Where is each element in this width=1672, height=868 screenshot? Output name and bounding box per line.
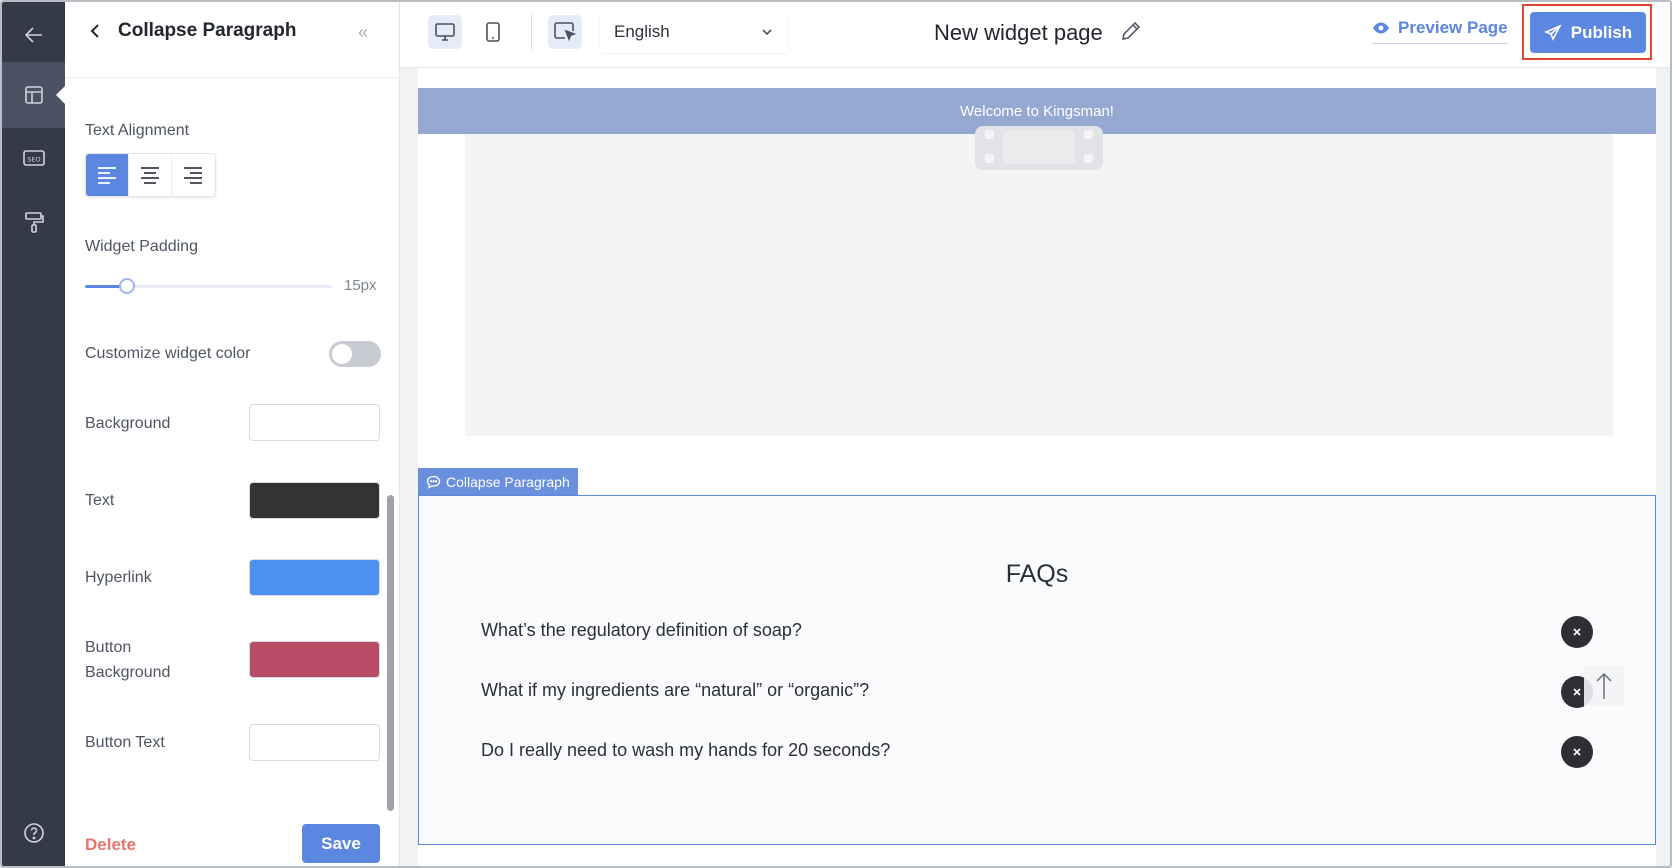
hyperlink-label: Hyperlink [85,569,152,586]
settings-panel: Collapse Paragraph « Text Alignment Widg… [65,2,400,866]
help-icon [23,823,44,843]
chevron-down-icon [762,29,772,36]
eye-icon [1373,22,1389,34]
panel-header: Collapse Paragraph « [65,2,400,78]
panel-footer: Delete Save [65,812,400,866]
rail-item-layout[interactable] [2,62,65,128]
button-background-label-line1: Button [85,639,132,656]
page-preview: Welcome to Kingsman! Collapse Paragraph … [418,68,1656,866]
delete-button[interactable]: Delete [85,835,136,855]
rail-item-seo[interactable]: SEO [2,125,65,191]
toolbar-divider [531,14,532,50]
padding-slider[interactable] [85,278,332,294]
publish-button[interactable]: Publish [1530,12,1646,53]
button-background-color-swatch[interactable] [249,641,380,678]
toggle-knob [332,344,352,364]
video-widget-placeholder[interactable] [465,126,1613,436]
panel-scrollbar[interactable] [387,495,394,811]
publish-label: Publish [1570,22,1633,42]
padding-value: 15px [344,277,377,294]
language-value: English [614,22,670,41]
align-right-button[interactable] [172,154,215,196]
align-center-button[interactable] [129,154,172,196]
padding-slider-thumb[interactable] [118,278,135,294]
layout-icon [24,86,43,104]
seo-icon: SEO [22,150,45,166]
button-background-label-line2: Background [85,664,171,681]
page-title: New widget page [934,20,1103,45]
preview-page-link[interactable]: Preview Page [1372,18,1508,44]
close-icon [1573,688,1581,696]
customize-color-label: Customize widget color [85,345,251,362]
faq-item[interactable]: What’s the regulatory definition of soap… [481,616,1593,648]
text-color-swatch[interactable] [249,482,380,519]
editor-canvas: Welcome to Kingsman! Collapse Paragraph … [400,68,1670,866]
faq-item[interactable]: What if my ingredients are “natural” or … [481,676,1593,708]
arrow-up-icon [1596,673,1612,699]
arrow-left-icon [24,27,42,43]
customize-color-toggle[interactable] [329,341,381,367]
app-window: SEO Collapse Paragraph « Text Alignment [0,0,1672,868]
widget-tag-label: Collapse Paragraph [446,473,570,490]
align-center-icon [141,167,159,184]
film-icon [975,126,1103,170]
paint-roller-icon [24,212,44,233]
faq-toggle-button[interactable] [1561,736,1593,768]
faq-title: FAQs [1005,560,1069,588]
text-alignment-group [85,153,216,197]
text-color-label: Text [85,492,115,509]
faq-question: What’s the regulatory definition of soap… [481,620,802,640]
faq-question: Do I really need to wash my hands for 20… [481,740,891,760]
left-rail: SEO [2,2,65,866]
scroll-to-top-button[interactable] [1584,666,1624,706]
widget-tag[interactable]: Collapse Paragraph [418,468,578,495]
collapse-paragraph-widget[interactable]: FAQs What’s the regulatory definition of… [418,495,1656,845]
widget-padding-label: Widget Padding [85,238,198,255]
align-right-icon [184,167,203,184]
faq-question: What if my ingredients are “natural” or … [481,680,870,700]
mobile-icon [486,22,500,42]
mobile-view-button[interactable] [476,15,510,49]
preview-page-label: Preview Page [1398,18,1508,37]
svg-text:SEO: SEO [27,156,40,164]
rail-help-button[interactable] [2,800,65,866]
chat-bubble-icon [426,475,441,489]
banner-text: Welcome to Kingsman! [960,102,1114,120]
rail-back-button[interactable] [2,2,65,68]
align-left-button[interactable] [86,154,129,196]
top-toolbar: English New widget page Preview Page Pub… [400,2,1670,68]
text-alignment-label: Text Alignment [85,122,190,139]
faq-item[interactable]: Do I really need to wash my hands for 20… [481,736,1593,768]
chevron-left-icon[interactable] [87,22,105,40]
double-chevron-left-icon[interactable]: « [358,22,368,43]
faq-toggle-button[interactable] [1561,616,1593,648]
desktop-icon [435,23,455,41]
pencil-icon[interactable] [1120,20,1142,42]
rail-item-theme[interactable] [2,189,65,255]
cursor-select-icon [554,22,577,42]
close-icon [1573,748,1581,756]
button-text-label: Button Text [85,734,165,751]
language-select[interactable]: English [600,11,788,53]
send-icon [1543,23,1562,41]
panel-title: Collapse Paragraph [118,20,297,41]
save-button[interactable]: Save [302,824,380,863]
align-left-icon [98,167,116,184]
button-text-color-swatch[interactable] [249,724,380,761]
background-color-swatch[interactable] [249,404,380,441]
background-label: Background [85,415,171,432]
select-mode-button[interactable] [548,15,582,49]
hyperlink-color-swatch[interactable] [249,559,380,596]
close-icon [1573,628,1581,636]
desktop-view-button[interactable] [428,15,462,49]
